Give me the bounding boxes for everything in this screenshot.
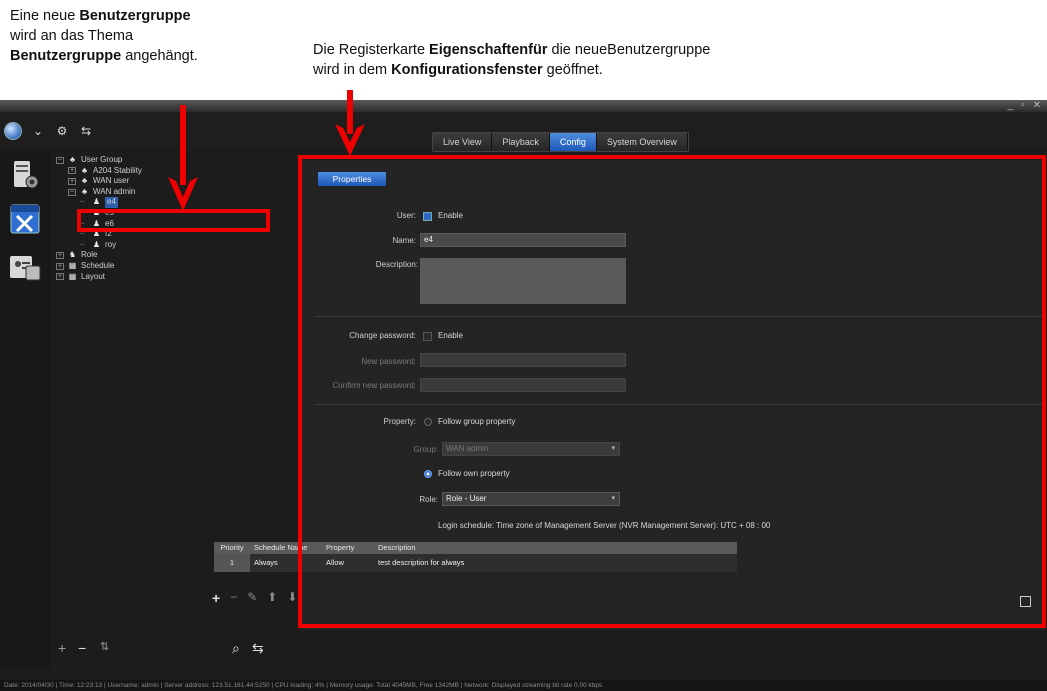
group-icon: ♣ xyxy=(81,176,88,186)
arrow-down-icon xyxy=(335,90,365,156)
main-menu-icon[interactable] xyxy=(4,122,22,140)
edit-icon[interactable]: ✎ xyxy=(247,590,257,606)
tab-playback[interactable]: Playback xyxy=(492,133,550,151)
tree-item-label: e4 xyxy=(105,197,118,208)
minimize-button[interactable]: _ xyxy=(1008,100,1014,112)
tree-item-label: Layout xyxy=(81,271,106,281)
annotation-text: die neueBenutzergruppe xyxy=(547,42,711,58)
title-bar: _ ▫ ✕ xyxy=(0,100,1047,112)
user-icon: ♟ xyxy=(92,197,101,207)
move-down-icon[interactable]: ⬇ xyxy=(287,590,297,606)
tree-item-label: roy xyxy=(105,239,117,249)
user-management-icon[interactable] xyxy=(8,250,42,284)
group-icon: ♣ xyxy=(81,165,88,175)
server-icon[interactable] xyxy=(8,158,42,192)
restore-button[interactable]: ▫ xyxy=(1021,100,1025,112)
tab-live-view[interactable]: Live View xyxy=(433,133,493,151)
screenshot-root: Eine neue Benutzergruppe wird an das The… xyxy=(0,0,1047,691)
side-nav xyxy=(0,150,50,670)
move-up-icon[interactable]: ⬆ xyxy=(267,590,277,606)
remove-schedule-icon[interactable]: − xyxy=(230,590,237,606)
annotation-text: geöffnet. xyxy=(542,62,603,78)
highlight-config-panel xyxy=(298,155,1046,628)
annotation-bold: Benutzergruppe xyxy=(10,48,122,64)
expand-icon[interactable]: + xyxy=(56,262,64,270)
tree-item-label: WAN admin xyxy=(93,186,136,196)
tree-connector: ┄ xyxy=(80,197,85,207)
column-header[interactable]: Priority xyxy=(214,542,250,554)
tree-item-label: Schedule xyxy=(81,260,115,270)
annotation-text: angehängt. xyxy=(121,48,198,64)
tab-config[interactable]: Config xyxy=(549,133,597,151)
annotation-text: wird in dem xyxy=(313,62,392,78)
role-icon: ♞ xyxy=(68,250,77,260)
group-icon: ♣ xyxy=(69,155,76,164)
toolbar: ⌄ ⚙ ⇆ Live View Playback Config System Over… xyxy=(0,112,1047,152)
tree-item[interactable]: ┄ ♟ roy xyxy=(56,240,286,251)
filter-icon[interactable]: ⇆ xyxy=(252,640,264,657)
chevron-down-icon[interactable]: ⌄ xyxy=(30,124,46,138)
annotation-text: wird an das Thema xyxy=(10,28,134,44)
annotation-bold: Eigenschaftenfür xyxy=(429,42,548,58)
tree-item-label: User Group xyxy=(81,155,123,164)
schedule-toolbar: + − ✎ ⬆ ⬇ xyxy=(212,590,297,606)
annotation-text: Die Registerkarte xyxy=(313,42,430,58)
collapse-icon[interactable]: − xyxy=(56,156,64,164)
annotation-bold: Benutzergruppe xyxy=(79,8,191,24)
tree-item[interactable]: + ♞ Role xyxy=(56,250,286,261)
tree-item[interactable]: + ▦ Schedule xyxy=(56,261,286,272)
close-button[interactable]: ✕ xyxy=(1033,100,1041,112)
tree-item-label: WAN user xyxy=(93,176,130,186)
status-bar: Date: 2014/04/30 | Time: 12:23:13 | User… xyxy=(0,680,1047,691)
priority-cell: 1 xyxy=(214,554,250,572)
tree-connector: ┄ xyxy=(80,239,85,249)
expand-icon[interactable]: + xyxy=(56,273,64,281)
user-icon: ♟ xyxy=(92,239,101,249)
tab-system-overview[interactable]: System Overview xyxy=(596,133,688,151)
add-button[interactable]: + xyxy=(58,640,66,656)
annotation-text: Eine neue xyxy=(10,8,80,24)
config-tools-icon[interactable] xyxy=(8,202,42,236)
expand-icon[interactable]: + xyxy=(68,167,76,175)
settings-icon[interactable]: ⚙ xyxy=(54,124,70,138)
annotation-left: Eine neue Benutzergruppe wird an das The… xyxy=(10,6,300,66)
expand-icon[interactable]: + xyxy=(56,252,64,260)
tree-toolbar: + − ⇅ ⌕ ⇆ xyxy=(56,640,286,660)
collapse-icon[interactable]: − xyxy=(68,188,76,196)
layout-icon: ▦ xyxy=(68,271,77,281)
arrow-down-icon xyxy=(168,105,198,211)
add-schedule-icon[interactable]: + xyxy=(212,590,220,606)
tree-item-label: A204 Stability xyxy=(93,165,142,175)
group-icon: ♣ xyxy=(81,186,88,196)
schedule-icon: ▦ xyxy=(68,260,77,270)
window-controls: _ ▫ ✕ xyxy=(1008,100,1042,112)
mode-tabs: Live View Playback Config System Overview xyxy=(432,132,689,152)
annotation-right: Die Registerkarte Eigenschaftenfür die n… xyxy=(313,40,933,80)
toolbar-left: ⌄ ⚙ ⇆ xyxy=(4,122,94,140)
tree-item-label: Role xyxy=(81,250,98,260)
swap-icon[interactable]: ⇆ xyxy=(78,124,94,138)
annotation-bold: Konfigurationsfenster xyxy=(391,62,543,78)
tree-item[interactable]: + ▦ Layout xyxy=(56,272,286,283)
expand-icon[interactable]: + xyxy=(68,177,76,185)
search-icon[interactable]: ⌕ xyxy=(232,640,240,657)
remove-button[interactable]: − xyxy=(78,640,86,656)
sort-button[interactable]: ⇅ xyxy=(100,640,109,653)
